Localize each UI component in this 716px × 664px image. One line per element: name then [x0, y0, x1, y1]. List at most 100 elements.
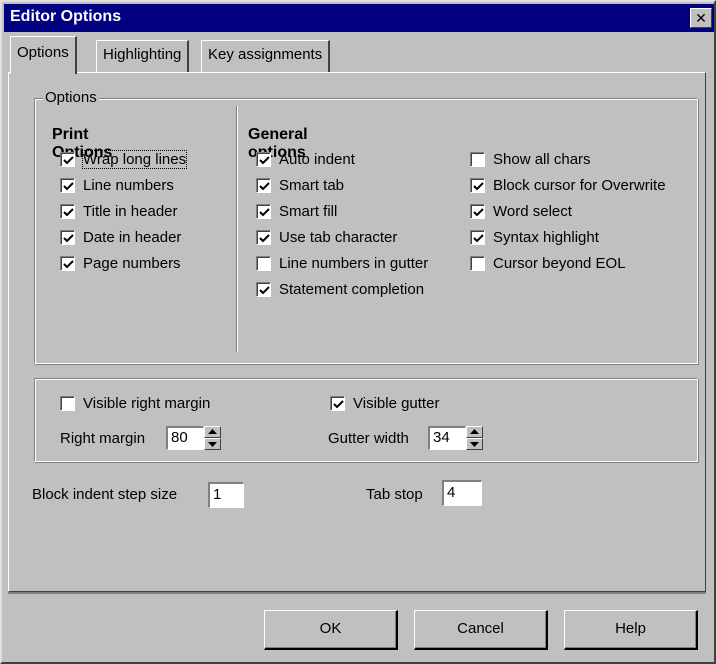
- checkbox-word-select[interactable]: Word select: [470, 200, 572, 222]
- tab-stop-label: Tab stop: [366, 486, 423, 503]
- checkbox-label: Smart tab: [279, 176, 345, 194]
- checkbox-title-in-header[interactable]: Title in header: [60, 200, 178, 222]
- checkbox-box[interactable]: [256, 281, 271, 297]
- checkbox-label: Visible right margin: [83, 394, 211, 412]
- checkbox-box[interactable]: [60, 203, 75, 219]
- arrow-down-icon: [208, 442, 217, 447]
- checkbox-box[interactable]: [60, 255, 75, 271]
- checkbox-box[interactable]: [470, 203, 485, 219]
- checkbox-box[interactable]: [60, 229, 75, 245]
- right-margin-label: Right margin: [60, 430, 146, 447]
- checkbox-page-numbers[interactable]: Page numbers: [60, 252, 181, 274]
- checkbox-label: Block cursor for Overwrite: [493, 176, 666, 194]
- checkbox-label: Word select: [493, 202, 572, 220]
- checkbox-statement-completion[interactable]: Statement completion: [256, 278, 424, 300]
- spin-down-button[interactable]: [204, 438, 221, 450]
- spin-down-button[interactable]: [466, 438, 483, 450]
- checkbox-label: Cursor beyond EOL: [493, 254, 626, 272]
- checkbox-line-numbers-in-gutter[interactable]: Line numbers in gutter: [256, 252, 428, 274]
- gutter-width-label: Gutter width: [328, 430, 409, 447]
- check-icon: [63, 181, 74, 190]
- checkbox-label: Use tab character: [279, 228, 398, 246]
- checkbox-box[interactable]: [256, 177, 271, 193]
- title-bar[interactable]: Editor Options ✕: [4, 4, 714, 32]
- checkbox-label: Auto indent: [279, 150, 355, 168]
- tab-options[interactable]: Options: [10, 36, 77, 74]
- arrow-down-icon: [470, 442, 479, 447]
- tab-highlighting[interactable]: Highlighting: [96, 40, 190, 72]
- checkbox-box[interactable]: [256, 151, 271, 167]
- checkbox-auto-indent[interactable]: Auto indent: [256, 148, 355, 170]
- checkbox-label: Title in header: [83, 202, 178, 220]
- checkbox-box[interactable]: [470, 151, 485, 167]
- check-icon: [333, 399, 344, 408]
- spin-up-button[interactable]: [466, 426, 483, 438]
- tab-key-assignments-label: Key assignments: [208, 46, 323, 63]
- arrow-up-icon: [208, 429, 217, 434]
- checkbox-use-tab-character[interactable]: Use tab character: [256, 226, 397, 248]
- checkbox-box[interactable]: [60, 177, 75, 193]
- checkbox-box[interactable]: [256, 255, 271, 271]
- close-icon: ✕: [695, 10, 707, 26]
- check-icon: [259, 207, 270, 216]
- close-button[interactable]: ✕: [690, 8, 712, 28]
- checkbox-box[interactable]: [330, 395, 345, 411]
- options-group-legend: Options: [43, 89, 99, 106]
- checkbox-cursor-beyond-eol[interactable]: Cursor beyond EOL: [470, 252, 626, 274]
- check-icon: [259, 233, 270, 242]
- block-indent-input[interactable]: 1: [208, 482, 244, 508]
- checkbox-visible-gutter[interactable]: Visible gutter: [330, 392, 439, 414]
- tab-options-label: Options: [17, 44, 69, 61]
- right-margin-input[interactable]: 80: [166, 426, 204, 450]
- checkbox-wrap-long-lines[interactable]: Wrap long lines: [60, 148, 188, 170]
- checkbox-line-numbers[interactable]: Line numbers: [60, 174, 174, 196]
- checkbox-label: Statement completion: [279, 280, 425, 298]
- cancel-button[interactable]: Cancel: [414, 610, 548, 650]
- gutter-width-input[interactable]: 34: [428, 426, 466, 450]
- divider: [8, 592, 706, 594]
- checkbox-label: Visible gutter: [353, 394, 440, 412]
- check-icon: [473, 233, 484, 242]
- right-margin-spinner: 80: [166, 426, 221, 450]
- options-separator: [236, 106, 238, 352]
- checkbox-box[interactable]: [256, 203, 271, 219]
- check-icon: [259, 155, 270, 164]
- checkbox-label: Date in header: [83, 228, 182, 246]
- check-icon: [259, 181, 270, 190]
- checkbox-box[interactable]: [470, 177, 485, 193]
- ok-button[interactable]: OK: [264, 610, 398, 650]
- check-icon: [473, 207, 484, 216]
- window-title: Editor Options: [10, 8, 122, 25]
- check-icon: [259, 285, 270, 294]
- spin-up-button[interactable]: [204, 426, 221, 438]
- tab-key-assignments[interactable]: Key assignments: [201, 40, 331, 72]
- checkbox-smart-tab[interactable]: Smart tab: [256, 174, 344, 196]
- arrow-up-icon: [470, 429, 479, 434]
- tab-highlighting-label: Highlighting: [103, 46, 182, 63]
- block-indent-label: Block indent step size: [32, 486, 178, 503]
- checkbox-smart-fill[interactable]: Smart fill: [256, 200, 337, 222]
- checkbox-label: Syntax highlight: [493, 228, 599, 246]
- check-icon: [63, 155, 74, 164]
- checkbox-date-in-header[interactable]: Date in header: [60, 226, 181, 248]
- checkbox-box[interactable]: [470, 255, 485, 271]
- check-icon: [63, 207, 74, 216]
- checkbox-show-all-chars[interactable]: Show all chars: [470, 148, 591, 170]
- checkbox-syntax-highlight[interactable]: Syntax highlight: [470, 226, 599, 248]
- checkbox-box[interactable]: [256, 229, 271, 245]
- checkbox-label: Smart fill: [279, 202, 338, 220]
- checkbox-label: Wrap long lines: [81, 149, 188, 169]
- checkbox-label: Show all chars: [493, 150, 591, 168]
- help-button[interactable]: Help: [564, 610, 698, 650]
- tab-stop-input[interactable]: 4: [442, 480, 482, 506]
- check-icon: [63, 259, 74, 268]
- check-icon: [473, 181, 484, 190]
- checkbox-label: Line numbers in gutter: [279, 254, 429, 272]
- checkbox-box[interactable]: [60, 395, 75, 411]
- checkbox-visible-right-margin[interactable]: Visible right margin: [60, 392, 210, 414]
- checkbox-box[interactable]: [470, 229, 485, 245]
- checkbox-block-cursor-for-overwrite[interactable]: Block cursor for Overwrite: [470, 174, 666, 196]
- checkbox-box[interactable]: [60, 151, 75, 167]
- checkbox-label: Page numbers: [83, 254, 181, 272]
- margins-group: [34, 378, 698, 462]
